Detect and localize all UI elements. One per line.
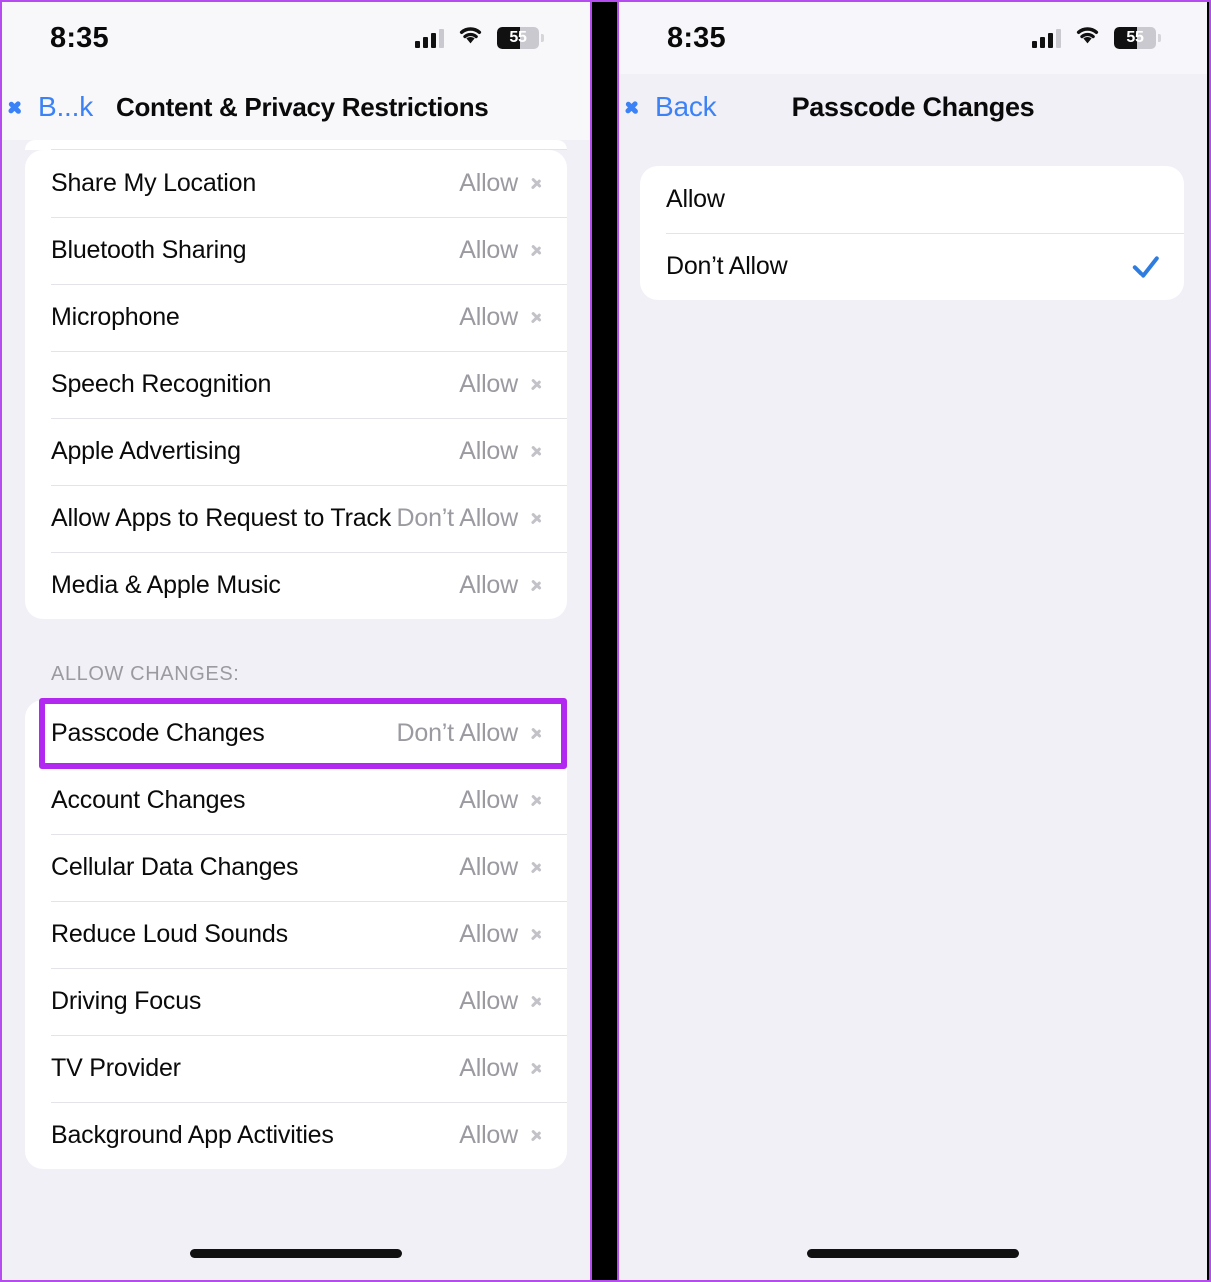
battery-percent-label: 55	[509, 29, 527, 46]
nav-bar-left: B...k Content & Privacy Restrictions	[2, 74, 590, 140]
options-list-right[interactable]: Allow Don’t Allow	[619, 140, 1207, 1280]
cellular-bars-icon	[1032, 28, 1061, 48]
chevron-left-icon	[18, 95, 31, 119]
back-button[interactable]: B...k	[2, 91, 93, 123]
chevron-right-icon	[532, 442, 543, 461]
row-label: Microphone	[51, 303, 180, 331]
right-phone-panel: 8:35 55 Back Passcode Changes Allow Don’…	[617, 2, 1207, 1280]
row-label: Background App Activities	[51, 1121, 334, 1149]
row-value: Allow	[459, 169, 518, 197]
row-value: Don’t Allow	[396, 504, 519, 532]
chevron-right-icon	[532, 1059, 543, 1078]
privacy-settings-card: Share My Location Allow Bluetooth Sharing A…	[25, 150, 567, 619]
battery-percent-label: 55	[1126, 29, 1144, 46]
row-value: Allow	[459, 987, 518, 1015]
table-row[interactable]: Share My Location Allow	[25, 150, 567, 217]
settings-list-left[interactable]: Share My Location Allow Bluetooth Sharing A…	[2, 140, 590, 1280]
allow-changes-card: Passcode Changes Don’t Allow Account Chang…	[25, 700, 567, 1169]
chevron-right-icon	[532, 925, 543, 944]
option-row[interactable]: Don’t Allow	[640, 233, 1184, 300]
chevron-left-icon	[635, 95, 648, 119]
status-bar-icons: 55	[415, 26, 544, 51]
row-value: Allow	[459, 1121, 518, 1149]
wifi-icon	[457, 26, 484, 51]
passcode-options-card: Allow Don’t Allow	[640, 166, 1184, 300]
chevron-right-icon	[532, 174, 543, 193]
row-value: Allow	[459, 571, 518, 599]
table-row[interactable]: Microphone Allow	[25, 284, 567, 351]
chevron-right-icon	[532, 308, 543, 327]
chevron-right-icon	[532, 241, 543, 260]
table-row[interactable]: Reduce Loud Sounds Allow	[25, 901, 567, 968]
row-value: Allow	[459, 236, 518, 264]
back-button-label: B...k	[38, 91, 94, 122]
chevron-right-icon	[532, 724, 543, 743]
chevron-right-icon	[532, 858, 543, 877]
chevron-right-icon	[532, 992, 543, 1011]
status-bar-left: 8:35 55	[2, 2, 590, 74]
row-label: Apple Advertising	[51, 437, 241, 465]
table-row[interactable]: Allow Apps to Request to Track Don’t Allo…	[25, 485, 567, 552]
back-button[interactable]: Back	[619, 91, 717, 123]
cellular-bars-icon	[415, 28, 444, 48]
table-row[interactable]: Passcode Changes Don’t Allow	[25, 700, 567, 767]
chevron-right-icon	[532, 1126, 543, 1145]
row-label: TV Provider	[51, 1054, 181, 1082]
nav-bar-right: Back Passcode Changes	[619, 74, 1207, 140]
row-value: Allow	[459, 786, 518, 814]
status-bar-icons: 55	[1032, 26, 1161, 51]
section-header-allow-changes: ALLOW CHANGES:	[51, 663, 240, 685]
table-row[interactable]: Bluetooth Sharing Allow	[25, 217, 567, 284]
status-bar-clock: 8:35	[50, 21, 109, 54]
row-label: Account Changes	[51, 786, 246, 814]
row-label: Bluetooth Sharing	[51, 236, 247, 264]
checkmark-icon	[1130, 253, 1158, 281]
panel-divider	[592, 2, 617, 1280]
row-label: Media & Apple Music	[51, 571, 281, 599]
table-row[interactable]: Background App Activities Allow	[25, 1102, 567, 1169]
row-value: Allow	[459, 1054, 518, 1082]
row-value: Don’t Allow	[396, 719, 519, 747]
option-label: Don’t Allow	[666, 252, 788, 280]
row-label: Allow Apps to Request to Track	[51, 504, 392, 532]
row-value: Allow	[459, 920, 518, 948]
table-row[interactable]: Account Changes Allow	[25, 767, 567, 834]
row-label: Passcode Changes	[51, 719, 265, 747]
table-row[interactable]: Driving Focus Allow	[25, 968, 567, 1035]
row-label: Reduce Loud Sounds	[51, 920, 288, 948]
option-row[interactable]: Allow	[640, 166, 1184, 233]
screenshot-root: 8:35 55 B...k Content & Privacy Restrict…	[0, 0, 1211, 1282]
row-value: Allow	[459, 303, 518, 331]
chevron-right-icon	[532, 791, 543, 810]
table-row[interactable]: Speech Recognition Allow	[25, 351, 567, 418]
chevron-right-icon	[532, 375, 543, 394]
table-row[interactable]: Cellular Data Changes Allow	[25, 834, 567, 901]
option-label: Allow	[666, 185, 725, 213]
row-label: Share My Location	[51, 169, 257, 197]
row-value: Allow	[459, 853, 518, 881]
table-row[interactable]: TV Provider Allow	[25, 1035, 567, 1102]
table-row[interactable]: Apple Advertising Allow	[25, 418, 567, 485]
chevron-right-icon	[532, 576, 543, 595]
left-phone-panel: 8:35 55 B...k Content & Privacy Restrict…	[2, 2, 592, 1280]
row-label: Speech Recognition	[51, 370, 272, 398]
chevron-right-icon	[532, 509, 543, 528]
home-indicator	[807, 1249, 1019, 1258]
battery-icon: 55	[497, 27, 544, 49]
wifi-icon	[1074, 26, 1101, 51]
back-button-label: Back	[655, 91, 717, 122]
partial-row-cutoff	[25, 140, 567, 150]
status-bar-clock: 8:35	[667, 21, 726, 54]
battery-icon: 55	[1114, 27, 1161, 49]
row-label: Cellular Data Changes	[51, 853, 299, 881]
row-value: Allow	[459, 437, 518, 465]
row-value: Allow	[459, 370, 518, 398]
home-indicator	[190, 1249, 402, 1258]
table-row[interactable]: Media & Apple Music Allow	[25, 552, 567, 619]
status-bar-right: 8:35 55	[619, 2, 1207, 74]
row-label: Driving Focus	[51, 987, 202, 1015]
